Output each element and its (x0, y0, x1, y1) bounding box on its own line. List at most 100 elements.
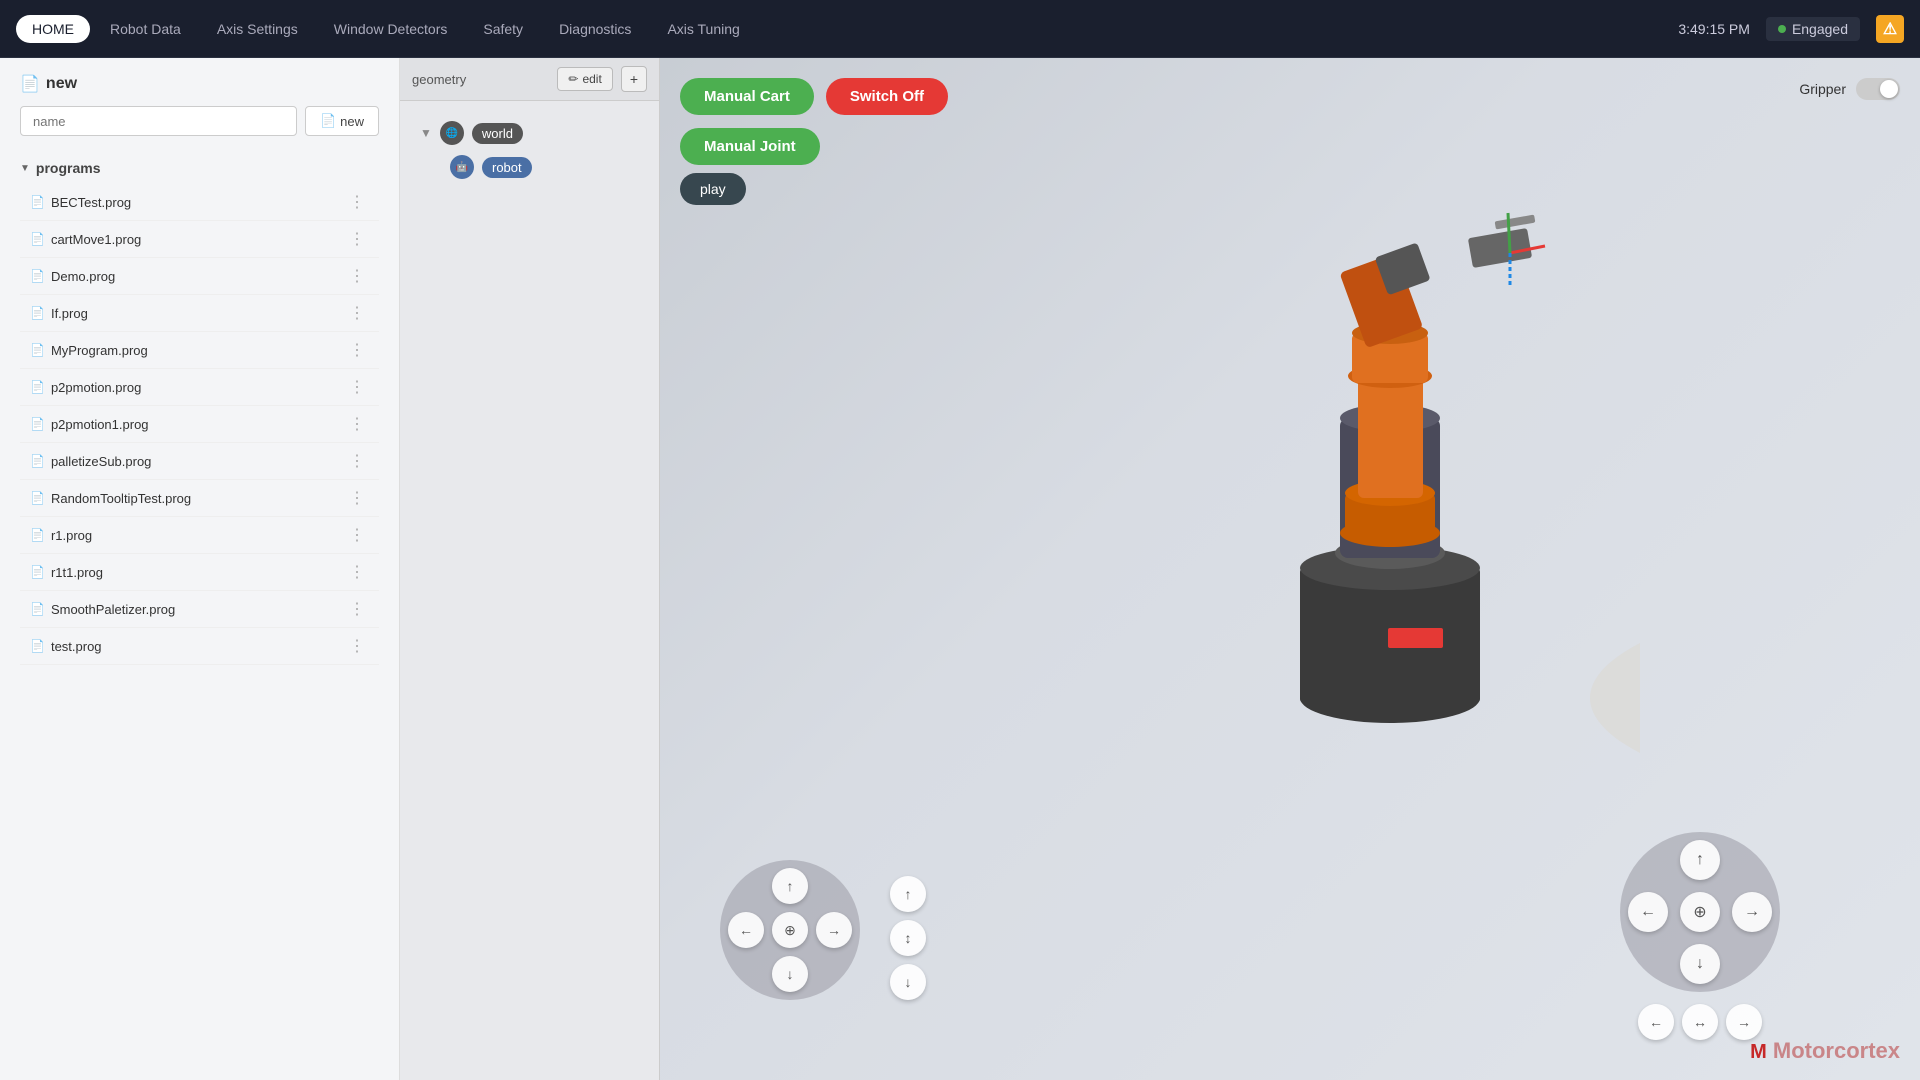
file-icon: 📄 (30, 602, 45, 616)
gripper-row: Gripper (1799, 78, 1900, 100)
prog-menu-btn[interactable]: ⋮ (345, 451, 369, 471)
file-icon: 📄 (30, 343, 45, 357)
mid-panel: geometry ✏ edit + ▼ 🌐 world 🤖 robot (400, 58, 660, 1080)
prog-name-text: SmoothPaletizer.prog (51, 602, 175, 617)
nav-safety[interactable]: Safety (467, 15, 539, 43)
motorcortex-logo: M Motorcortex (1750, 1038, 1900, 1064)
file-icon: 📄 (30, 195, 45, 209)
world-icon: 🌐 (440, 121, 464, 145)
nav-home[interactable]: HOME (16, 15, 90, 43)
list-item[interactable]: 📄 SmoothPaletizer.prog ⋮ (20, 591, 379, 628)
mc-logo-m: M (1750, 1041, 1767, 1063)
vpad-up-btn[interactable]: ↑ (890, 876, 926, 912)
programs-header[interactable]: ▼ programs (20, 160, 379, 176)
jpad-lg-left-btn[interactable]: ← (1628, 892, 1668, 932)
jpad-right-btn[interactable]: → (816, 912, 852, 948)
jpad-center-btn[interactable]: ⊕ (772, 912, 808, 948)
file-icon: 📄 (30, 454, 45, 468)
file-icon: 📄 (30, 639, 45, 653)
tree-node-robot[interactable]: 🤖 robot (450, 155, 639, 179)
edit-button[interactable]: ✏ edit (557, 67, 612, 91)
clock: 3:49:15 PM (1678, 21, 1750, 37)
prog-menu-btn[interactable]: ⋮ (345, 562, 369, 582)
list-item[interactable]: 📄 palletizeSub.prog ⋮ (20, 443, 379, 480)
prog-menu-btn[interactable]: ⋮ (345, 599, 369, 619)
new-btn-label: new (340, 114, 364, 129)
tree-node-world[interactable]: ▼ 🌐 world (420, 121, 639, 145)
jpad-lg-down-btn[interactable]: ↓ (1680, 944, 1720, 984)
prog-name-text: MyProgram.prog (51, 343, 148, 358)
jpad-up-btn[interactable]: ↑ (772, 868, 808, 904)
manual-cart-button[interactable]: Manual Cart (680, 78, 814, 115)
file-icon: 📄 (20, 74, 40, 94)
warning-icon[interactable]: ⚠ (1876, 15, 1904, 43)
manual-joint-button[interactable]: Manual Joint (680, 128, 820, 165)
joystick-mid: ↑ ↕ ↓ (890, 876, 926, 1000)
new-button[interactable]: 📄 new (305, 106, 379, 136)
prog-menu-btn[interactable]: ⋮ (345, 266, 369, 286)
prog-menu-btn[interactable]: ⋮ (345, 303, 369, 323)
prog-name-text: palletizeSub.prog (51, 454, 151, 469)
prog-menu-btn[interactable]: ⋮ (345, 525, 369, 545)
jpad-lg-right-btn[interactable]: → (1732, 892, 1772, 932)
jpad-left-btn[interactable]: ← (728, 912, 764, 948)
jpad-down-btn[interactable]: ↓ (772, 956, 808, 992)
list-item[interactable]: 📄BECTest.prog ⋮ (20, 184, 379, 221)
add-geometry-button[interactable]: + (621, 66, 647, 92)
programs-label: programs (36, 160, 101, 176)
edit-icon: ✏ (568, 72, 578, 86)
hpad-center-btn[interactable]: ↔ (1682, 1004, 1718, 1040)
name-input[interactable] (20, 106, 297, 136)
hpad-left-btn[interactable]: ← (1638, 1004, 1674, 1040)
hpad-right-btn[interactable]: → (1726, 1004, 1762, 1040)
list-item[interactable]: 📄test.prog ⋮ (20, 628, 379, 665)
nav-window-detectors[interactable]: Window Detectors (318, 15, 464, 43)
list-item[interactable]: 📄p2pmotion.prog ⋮ (20, 369, 379, 406)
robot-icon: 🤖 (450, 155, 474, 179)
vpad-down-btn[interactable]: ↓ (890, 964, 926, 1000)
prog-menu-btn[interactable]: ⋮ (345, 377, 369, 397)
engaged-label: Engaged (1792, 21, 1848, 37)
prog-name-text: cartMove1.prog (51, 232, 141, 247)
file-icon: 📄 (30, 380, 45, 394)
file-icon: 📄 (30, 565, 45, 579)
robot-3d-view (1140, 138, 1640, 788)
nav-axis-tuning[interactable]: Axis Tuning (651, 15, 755, 43)
list-item[interactable]: 📄 MyProgram.prog ⋮ (20, 332, 379, 369)
programs-list: 📄BECTest.prog ⋮ 📄 cartMove1.prog ⋮ 📄Demo.… (20, 184, 379, 665)
vpad-center-btn[interactable]: ↕ (890, 920, 926, 956)
prog-menu-btn[interactable]: ⋮ (345, 488, 369, 508)
list-item[interactable]: 📄RandomTooltipTest.prog ⋮ (20, 480, 379, 517)
list-item[interactable]: 📄p2pmotion1.prog ⋮ (20, 406, 379, 443)
list-item[interactable]: 📄r1.prog ⋮ (20, 517, 379, 554)
jpad-lg-up-btn[interactable]: ↑ (1680, 840, 1720, 880)
prog-menu-btn[interactable]: ⋮ (345, 414, 369, 434)
geometry-label: geometry (412, 72, 549, 87)
file-icon: 📄 (30, 528, 45, 542)
mid-toolbar: geometry ✏ edit + (400, 58, 659, 101)
file-icon: 📄 (30, 491, 45, 505)
gripper-toggle[interactable] (1856, 78, 1900, 100)
edit-label: edit (582, 72, 601, 86)
viewport[interactable]: Manual Cart Switch Off Manual Joint play… (660, 58, 1920, 1080)
chevron-icon: ▼ (20, 163, 30, 174)
collapse-icon: ▼ (420, 126, 432, 140)
toggle-knob (1880, 80, 1898, 98)
switch-off-button[interactable]: Switch Off (826, 78, 948, 115)
topbar: HOME Robot Data Axis Settings Window Det… (0, 0, 1920, 58)
list-item[interactable]: 📄r1t1.prog ⋮ (20, 554, 379, 591)
prog-menu-btn[interactable]: ⋮ (345, 229, 369, 249)
prog-menu-btn[interactable]: ⋮ (345, 340, 369, 360)
list-item[interactable]: 📄 cartMove1.prog ⋮ (20, 221, 379, 258)
file-icon: 📄 (30, 232, 45, 246)
jpad-lg-center-btn[interactable]: ⊕ (1680, 892, 1720, 932)
mc-logo-text: Motorcortex (1773, 1038, 1900, 1063)
prog-menu-btn[interactable]: ⋮ (345, 636, 369, 656)
nav-axis-settings[interactable]: Axis Settings (201, 15, 314, 43)
nav-robot-data[interactable]: Robot Data (94, 15, 197, 43)
nav-diagnostics[interactable]: Diagnostics (543, 15, 647, 43)
prog-menu-btn[interactable]: ⋮ (345, 192, 369, 212)
list-item[interactable]: 📄If.prog ⋮ (20, 295, 379, 332)
list-item[interactable]: 📄Demo.prog ⋮ (20, 258, 379, 295)
play-button[interactable]: play (680, 173, 746, 205)
